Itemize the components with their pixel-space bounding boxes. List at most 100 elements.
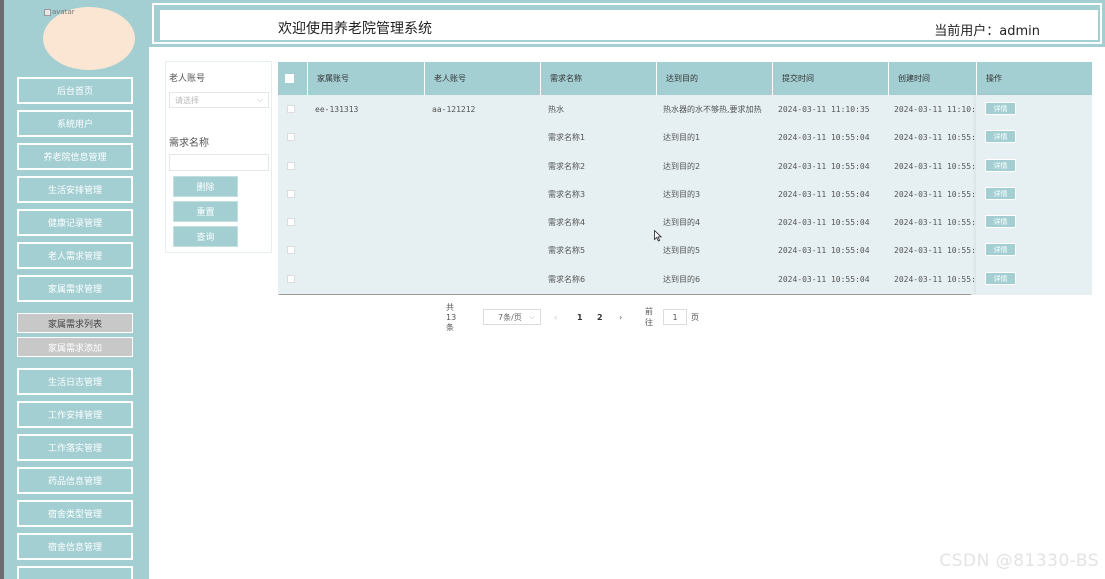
broken-image-icon bbox=[44, 8, 51, 16]
column-header-goal[interactable]: 达到目的 bbox=[657, 62, 773, 95]
sidebar-item-family-demands[interactable]: 家属需求管理 bbox=[17, 275, 133, 302]
cell-submit-time: 2024-03-11 11:10:35 bbox=[778, 104, 870, 114]
cell-elder-account: aa-121212 bbox=[432, 104, 476, 114]
detail-button[interactable]: 详情 bbox=[985, 130, 1016, 143]
sidebar-item-work-arrangement[interactable]: 工作安排管理 bbox=[17, 401, 133, 428]
cell-goal: 达到目的5 bbox=[663, 245, 701, 255]
detail-button[interactable]: 详情 bbox=[985, 159, 1016, 172]
page-suffix: 页 bbox=[691, 312, 699, 322]
cell-demand-name: 需求名称3 bbox=[548, 189, 586, 199]
cell-submit-time: 2024-03-11 10:55:04 bbox=[778, 274, 870, 284]
column-header-submit-time[interactable]: 提交时间 bbox=[773, 62, 889, 95]
row-checkbox[interactable] bbox=[287, 105, 295, 113]
sidebar-item-health-records[interactable]: 健康记录管理 bbox=[17, 209, 133, 236]
sidebar-item-life-arrangement[interactable]: 生活安排管理 bbox=[17, 176, 133, 203]
cell-submit-time: 2024-03-11 10:55:04 bbox=[778, 132, 870, 142]
cell-demand-name: 热水 bbox=[548, 104, 564, 114]
header-frame: 欢迎使用养老院管理系统 当前用户：admin bbox=[152, 3, 1102, 44]
cell-create-time: 2024-03-11 11:10:3 bbox=[894, 104, 977, 114]
detail-button[interactable]: 详情 bbox=[985, 272, 1016, 285]
sidebar-item-medicine-info[interactable]: 药品信息管理 bbox=[17, 467, 133, 494]
sidebar-subitem-family-demand-list[interactable]: 家属需求列表 bbox=[17, 313, 133, 333]
table-row: 需求名称4 达到目的4 2024-03-11 10:55:04 2024-03-… bbox=[278, 208, 1092, 236]
detail-button[interactable]: 详情 bbox=[985, 215, 1016, 228]
table-header: 家属账号 老人账号 需求名称 达到目的 提交时间 创建时间 操作 bbox=[278, 62, 1092, 95]
query-button[interactable]: 查询 bbox=[173, 226, 238, 247]
sidebar-item-dorm-type[interactable]: 宿舍类型管理 bbox=[17, 500, 133, 527]
mouse-cursor-icon bbox=[654, 230, 662, 242]
cell-elder-account bbox=[423, 236, 539, 264]
row-checkbox[interactable] bbox=[287, 190, 295, 198]
cell-family-account: ee-131313 bbox=[315, 104, 359, 114]
page-title: 欢迎使用养老院管理系统 bbox=[278, 21, 432, 37]
cell-submit-time: 2024-03-11 10:55:04 bbox=[778, 161, 870, 171]
goto-label: 前往 bbox=[645, 307, 653, 327]
cell-create-time: 2024-03-11 10:55:0 bbox=[894, 132, 977, 142]
reset-button[interactable]: 重置 bbox=[173, 201, 238, 222]
sidebar-item-life-log[interactable]: 生活日志管理 bbox=[17, 368, 133, 395]
table-row: 需求名称5 达到目的5 2024-03-11 10:55:04 2024-03-… bbox=[278, 236, 1092, 264]
cell-create-time: 2024-03-11 10:55:0 bbox=[894, 274, 977, 284]
horizontal-scrollbar[interactable] bbox=[278, 294, 972, 295]
cell-family-account bbox=[306, 265, 422, 293]
row-checkbox[interactable] bbox=[287, 162, 295, 170]
column-header-demand-name[interactable]: 需求名称 bbox=[541, 62, 657, 95]
detail-button[interactable]: 详情 bbox=[985, 187, 1016, 200]
cell-demand-name: 需求名称2 bbox=[548, 161, 586, 171]
sidebar-item-work-implementation[interactable]: 工作落实管理 bbox=[17, 434, 133, 461]
sidebar-item-home[interactable]: 后台首页 bbox=[17, 77, 133, 104]
next-page-button[interactable]: › bbox=[619, 309, 622, 325]
cell-family-account bbox=[306, 208, 422, 236]
cell-family-account bbox=[306, 152, 422, 180]
column-header-create-time[interactable]: 创建时间 bbox=[889, 62, 977, 95]
avatar-alt-text: avatar bbox=[52, 8, 75, 16]
table-row: 需求名称1 达到目的1 2024-03-11 10:55:04 2024-03-… bbox=[278, 123, 1092, 151]
goto-page-input[interactable]: 1 bbox=[663, 309, 687, 325]
elder-account-placeholder: 请选择 bbox=[175, 96, 199, 105]
delete-button[interactable]: 删除 bbox=[173, 176, 238, 197]
table-row: 需求名称6 达到目的6 2024-03-11 10:55:04 2024-03-… bbox=[278, 265, 1092, 293]
column-header-family-account[interactable]: 家属账号 bbox=[308, 62, 425, 95]
search-panel: 老人账号 请选择 ⌵ 需求名称 删除 重置 查询 bbox=[165, 61, 272, 253]
page-size-select[interactable]: 7条/页 ⌵ bbox=[483, 309, 541, 325]
cell-submit-time: 2024-03-11 10:55:04 bbox=[778, 245, 870, 255]
cell-goal: 达到目的6 bbox=[663, 274, 701, 284]
cell-elder-account bbox=[423, 265, 539, 293]
cell-goal: 达到目的1 bbox=[663, 132, 701, 142]
select-all-checkbox[interactable] bbox=[285, 74, 294, 83]
demand-name-label: 需求名称 bbox=[169, 138, 209, 149]
cell-elder-account bbox=[423, 208, 539, 236]
demand-name-input[interactable] bbox=[169, 154, 269, 171]
sidebar-item-nursing-home-info[interactable]: 养老院信息管理 bbox=[17, 143, 133, 170]
row-checkbox[interactable] bbox=[287, 133, 295, 141]
elder-account-label: 老人账号 bbox=[169, 74, 206, 84]
actions-column: 详情 详情 详情 详情 详情 详情 详情 bbox=[976, 95, 1092, 295]
page-number-2[interactable]: 2 bbox=[597, 309, 603, 325]
row-checkbox[interactable] bbox=[287, 275, 295, 283]
cell-demand-name: 需求名称1 bbox=[548, 132, 586, 142]
cell-create-time: 2024-03-11 10:55:0 bbox=[894, 245, 977, 255]
page-number-1[interactable]: 1 bbox=[577, 309, 583, 325]
select-all-cell bbox=[278, 62, 308, 95]
prev-page-button[interactable]: ‹ bbox=[554, 309, 557, 325]
data-table: 家属账号 老人账号 需求名称 达到目的 提交时间 创建时间 操作 ee-1313… bbox=[278, 62, 1092, 295]
header: 欢迎使用养老院管理系统 当前用户：admin bbox=[149, 0, 1105, 47]
detail-button[interactable]: 详情 bbox=[985, 243, 1016, 256]
cell-goal: 达到目的2 bbox=[663, 161, 701, 171]
row-checkbox[interactable] bbox=[287, 218, 295, 226]
sidebar: avatar 后台首页 系统用户 养老院信息管理 生活安排管理 健康记录管理 老… bbox=[4, 0, 149, 579]
cell-family-account bbox=[306, 180, 422, 208]
sidebar-item-system-users[interactable]: 系统用户 bbox=[17, 110, 133, 137]
elder-account-select[interactable]: 请选择 ⌵ bbox=[169, 92, 269, 108]
sidebar-item-partial[interactable] bbox=[17, 566, 133, 579]
pagination-total: 共 13 条 bbox=[446, 302, 457, 332]
row-checkbox[interactable] bbox=[287, 246, 295, 254]
sidebar-item-dorm-info[interactable]: 宿舍信息管理 bbox=[17, 533, 133, 560]
column-header-elder-account[interactable]: 老人账号 bbox=[425, 62, 541, 95]
cell-elder-account bbox=[423, 123, 539, 151]
cell-family-account bbox=[306, 236, 422, 264]
sidebar-subitem-family-demand-add[interactable]: 家属需求添加 bbox=[17, 337, 133, 357]
chevron-down-icon: ⌵ bbox=[528, 312, 535, 321]
detail-button[interactable]: 详情 bbox=[985, 102, 1016, 115]
sidebar-item-elder-demands[interactable]: 老人需求管理 bbox=[17, 242, 133, 269]
